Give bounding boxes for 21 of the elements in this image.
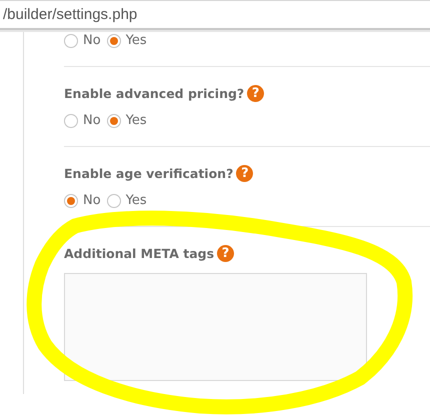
address-bar[interactable]: /builder/settings.php xyxy=(0,0,430,30)
text-area[interactable] xyxy=(64,273,367,381)
option-label: Yes xyxy=(126,113,147,128)
url-text: /builder/settings.php xyxy=(2,6,138,23)
help-icon[interactable]: ? xyxy=(247,85,264,102)
radio-button[interactable] xyxy=(106,194,121,208)
setting-label: Enable age verification? xyxy=(64,166,234,181)
radio-button[interactable] xyxy=(64,194,78,208)
setting-label: Additional META tags xyxy=(64,246,214,261)
help-icon[interactable]: ? xyxy=(217,245,234,262)
option-label: No xyxy=(83,113,101,128)
help-icon[interactable]: ? xyxy=(236,165,254,182)
radio-button[interactable] xyxy=(106,114,121,128)
radio-button[interactable] xyxy=(64,114,78,128)
option-label: No xyxy=(83,33,101,48)
option-label: No xyxy=(83,193,101,208)
setting-label: Enable advanced pricing? xyxy=(64,86,244,101)
radio-button[interactable] xyxy=(64,34,78,48)
radio-button[interactable] xyxy=(106,34,121,48)
option-label: Yes xyxy=(126,193,147,208)
option-label: Yes xyxy=(126,33,147,48)
